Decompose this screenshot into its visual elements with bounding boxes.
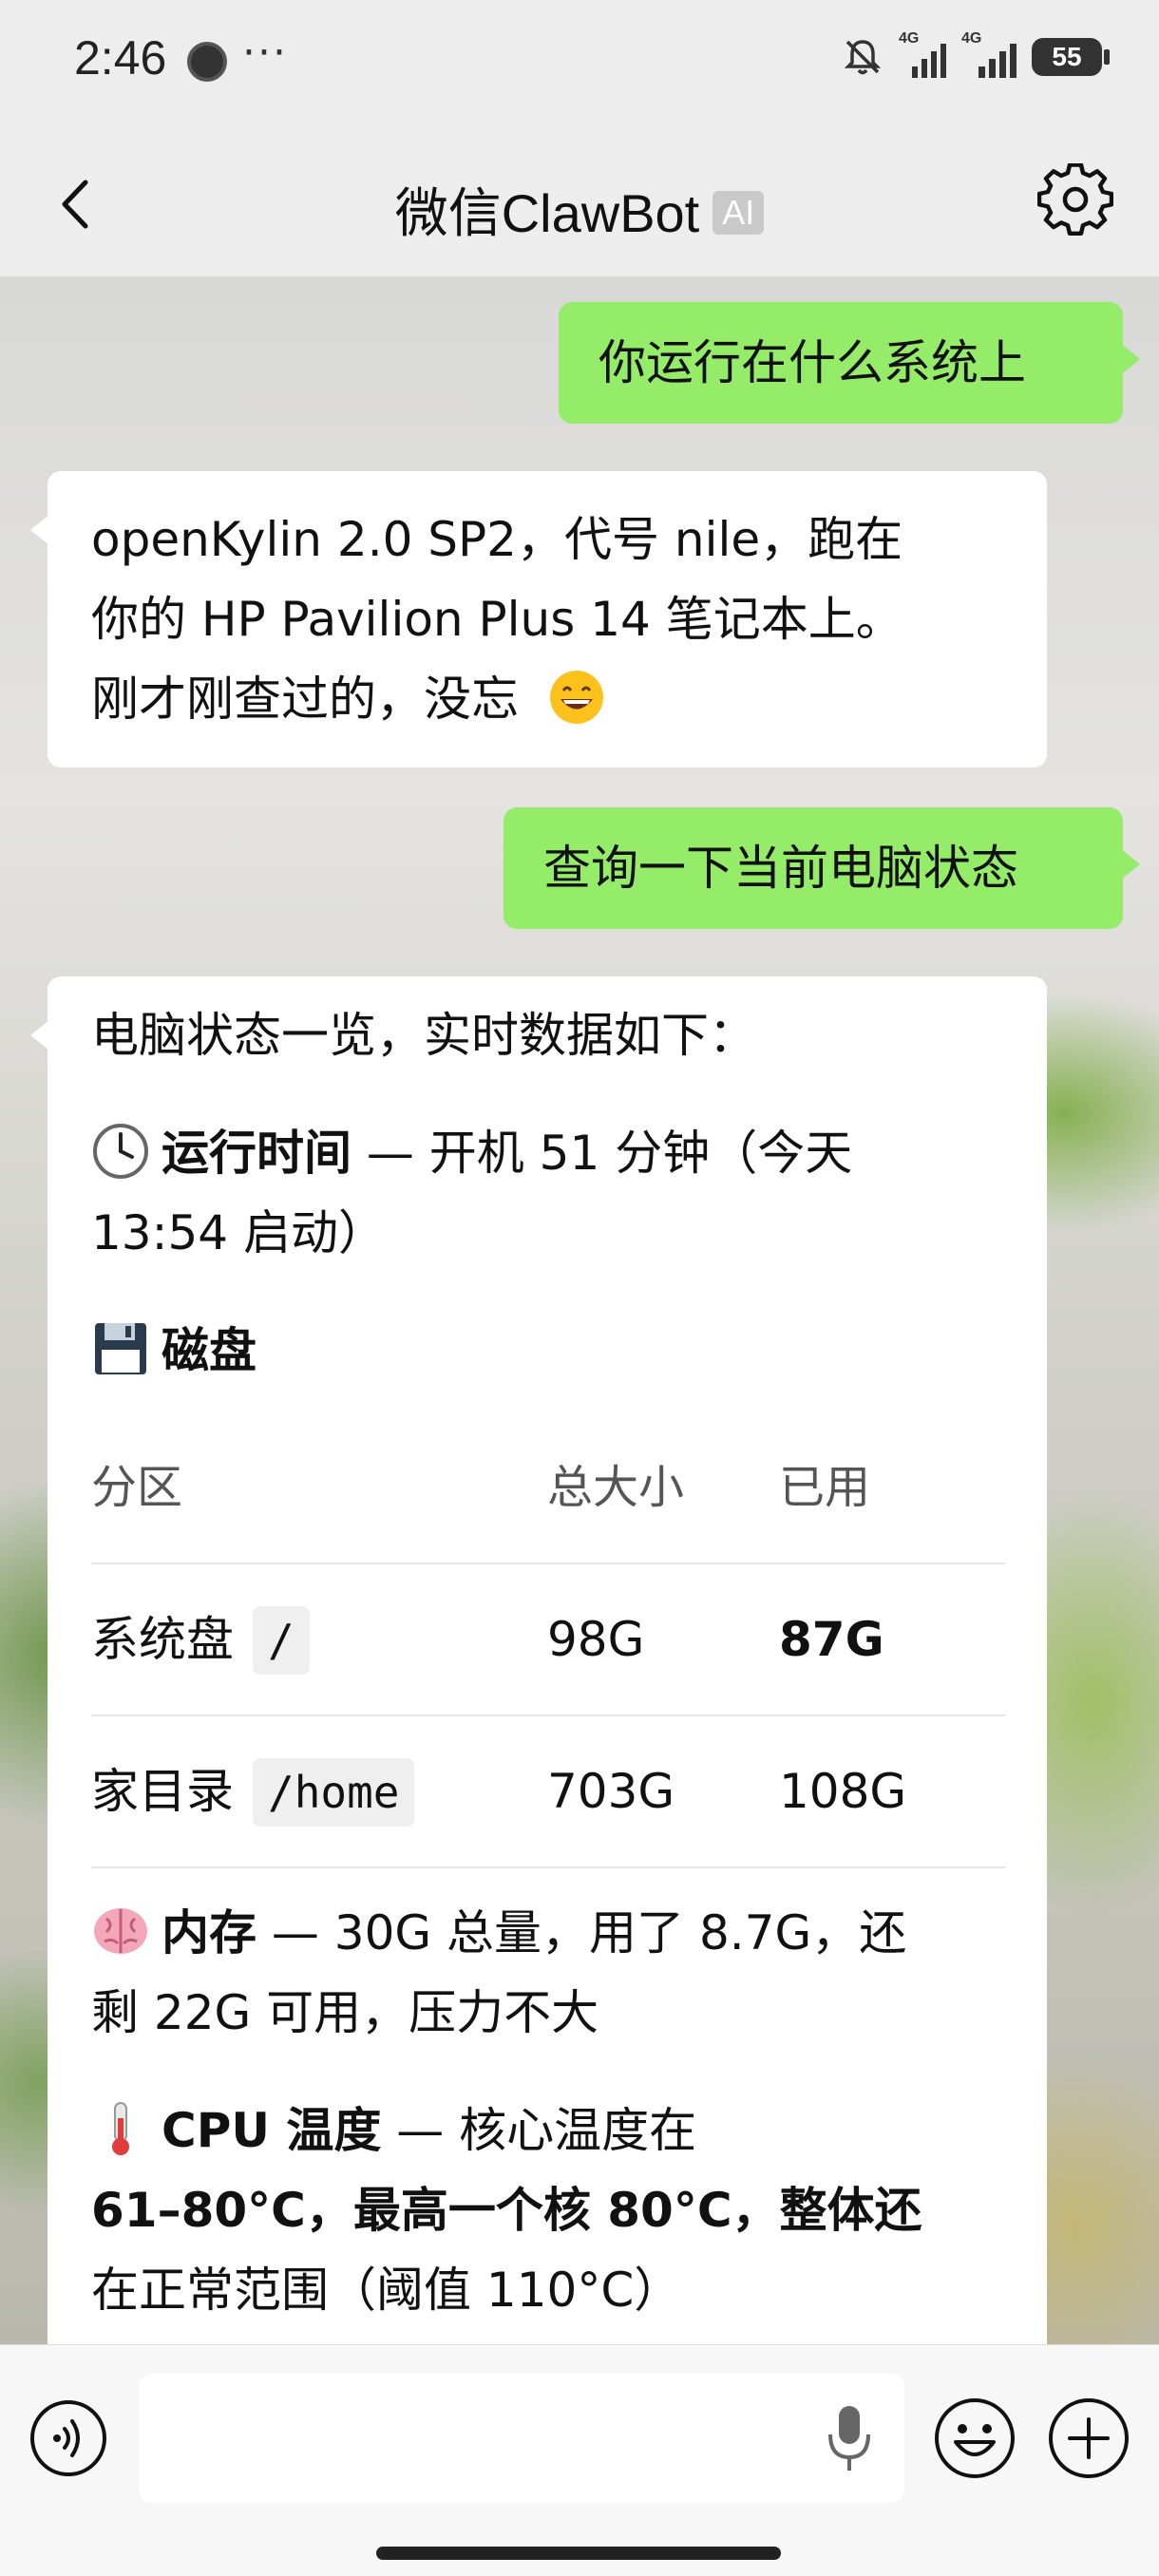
signal-label: 4G (899, 30, 920, 47)
microphone-icon[interactable] (823, 2402, 876, 2474)
uptime-text: 13:54 启动） (91, 1205, 386, 1260)
disk-label: 磁盘 (162, 1323, 256, 1378)
message-text: 你运行在什么系统上 (598, 335, 1026, 390)
message-text: 查询一下当前电脑状态 (543, 841, 1018, 896)
memory-section: 内存 — 30G 总量，用了 8.7G，还 剩 22G 可用，压力不大 (91, 1893, 1003, 2053)
status-time: 2:46 (74, 31, 167, 85)
floppy-disk-icon (95, 1323, 146, 1374)
cpu-label: CPU 温度 (162, 2103, 382, 2158)
cpu-text: 在正常范围（阈值 110°C） (91, 2263, 682, 2318)
chat-message-list[interactable]: 你运行在什么系统上 openKylin 2.0 SP2，代号 nile，跑在 你… (0, 277, 1159, 2344)
partition-path: /home (253, 1758, 415, 1827)
memory-text: 剩 22G 可用，压力不大 (91, 1985, 599, 2040)
table-row: 家目录/home 703G 108G (91, 1715, 1005, 1868)
message-text-fragment: 刚才刚查过的，没忘 (91, 672, 519, 727)
disk-heading: 磁盘 (91, 1311, 1003, 1391)
chat-title: 微信ClawBot AI (0, 171, 1159, 248)
voice-mode-icon[interactable] (28, 2398, 108, 2478)
bell-muted-icon (844, 40, 882, 75)
column-header: 总大小 (547, 1411, 779, 1564)
total-cell: 703G (547, 1715, 779, 1868)
partition-cell: 家目录/home (91, 1715, 547, 1868)
message-text: 你的 HP Pavilion Plus 14 笔记本上。 (91, 592, 903, 647)
chat-title-text: 微信ClawBot (394, 183, 700, 243)
battery-icon: 55 (1032, 38, 1110, 76)
table-header-row: 分区 总大小 已用 (91, 1411, 1005, 1564)
status-bar: 2:46 ··· 4G 4G 55 (0, 0, 1159, 123)
partition-name: 家目录 (91, 1764, 234, 1819)
message-input[interactable] (139, 2374, 904, 2503)
partition-name: 系统盘 (91, 1612, 234, 1667)
column-header: 分区 (91, 1411, 547, 1564)
total-cell: 98G (547, 1563, 779, 1716)
status-indicators: 4G 4G 55 (842, 30, 1110, 78)
uptime-text: — 开机 51 分钟（今天 (352, 1126, 853, 1181)
message-text: openKylin 2.0 SP2，代号 nile，跑在 (91, 512, 903, 567)
message-text: 刚才刚查过的，没忘 (91, 659, 1003, 739)
cpu-text: — 核心温度在 (381, 2103, 697, 2158)
gear-icon[interactable] (1037, 163, 1113, 239)
battery-level: 55 (1052, 42, 1082, 71)
used-cell: 108G (779, 1715, 1005, 1868)
disk-table: 分区 总大小 已用 系统盘 / 98G 87G 家目录/home 703G 108… (91, 1411, 1005, 1868)
bot-message[interactable]: 电脑状态一览，实时数据如下： 运行时间 — 开机 51 分钟（今天 13:54 … (30, 976, 1047, 2344)
emoji-picker-icon[interactable] (933, 2396, 1016, 2480)
cpu-section: CPU 温度 — 核心温度在 61–80°C，最高一个核 80°C，整体还 在正… (91, 2091, 1003, 2330)
plus-icon[interactable] (1047, 2396, 1130, 2480)
user-message[interactable]: 你运行在什么系统上 (559, 302, 1140, 424)
thermometer-icon (112, 2102, 129, 2155)
cell-signal-icon: 4G (899, 30, 946, 78)
bot-message[interactable]: openKylin 2.0 SP2，代号 nile，跑在 你的 HP Pavil… (30, 471, 1047, 767)
chat-header: 微信ClawBot AI (0, 123, 1159, 277)
brain-icon (94, 1908, 147, 1954)
memory-label: 内存 (162, 1905, 256, 1960)
more-notifications-icon: ··· (242, 28, 288, 77)
memory-text: — 30G 总量，用了 8.7G，还 (256, 1905, 907, 1960)
partition-cell: 系统盘 / (91, 1563, 547, 1716)
input-bar (0, 2344, 1159, 2576)
uptime-label: 运行时间 (162, 1126, 352, 1181)
uptime-section: 运行时间 — 开机 51 分钟（今天 13:54 启动） (91, 1113, 1003, 1273)
clock-icon (93, 1124, 148, 1179)
ai-badge: AI (712, 191, 765, 235)
table-row: 系统盘 / 98G 87G (91, 1563, 1005, 1716)
cpu-text: 61–80°C，最高一个核 80°C，整体还 (91, 2183, 922, 2238)
column-header: 已用 (779, 1411, 1005, 1564)
home-indicator[interactable] (376, 2547, 781, 2560)
user-message[interactable]: 查询一下当前电脑状态 (504, 807, 1140, 929)
grinning-face-icon (549, 671, 603, 724)
cell-signal-icon: 4G (961, 30, 1016, 78)
partition-path: / (253, 1606, 310, 1675)
signal-label: 4G (961, 30, 982, 47)
used-cell: 87G (779, 1563, 1005, 1716)
app-notification-icon (187, 42, 227, 82)
status-intro: 电脑状态一览，实时数据如下： (91, 1008, 756, 1063)
